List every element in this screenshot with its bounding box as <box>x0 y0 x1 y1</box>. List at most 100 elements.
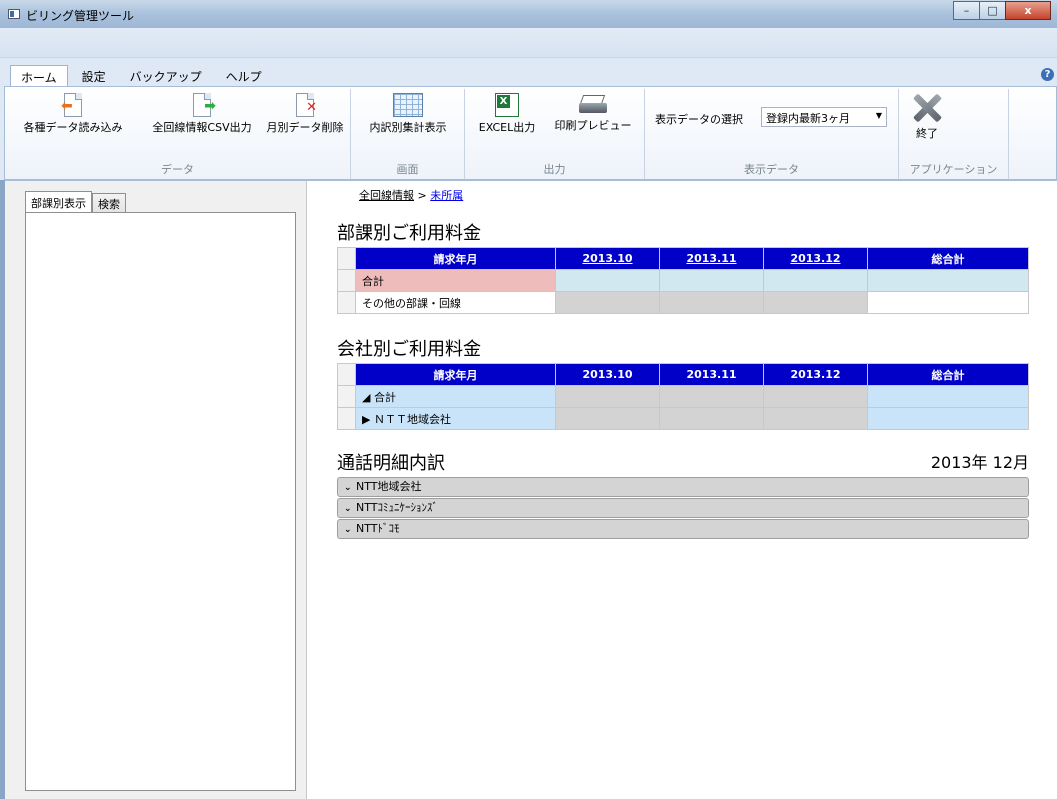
minimize-button[interactable]: – <box>953 1 980 20</box>
chevron-down-icon: ⌄ <box>344 504 352 514</box>
expander-ntt-docomo[interactable]: ⌄ NTTﾄﾞｺﾓ <box>337 519 1029 539</box>
header-2013-10[interactable]: 2013.10 <box>555 247 660 270</box>
company-section-title: 会社別ご利用料金 <box>337 339 481 360</box>
help-icon[interactable]: ? <box>1041 68 1054 81</box>
printer-icon <box>577 93 609 115</box>
cell <box>659 407 764 430</box>
exit-button[interactable]: 終了 <box>907 93 947 141</box>
cell <box>867 269 1029 292</box>
row-header-cell <box>337 363 356 386</box>
csv-export-button[interactable]: ➡ 全回線情報CSV出力 <box>143 93 261 135</box>
row-label-other: その他の部課・回線 <box>355 291 556 314</box>
chevron-down-icon: ⌄ <box>344 525 352 535</box>
group-output: EXCEL出力 印刷プレビュー 出力 <box>465 89 645 179</box>
header-2013-11[interactable]: 2013.11 <box>659 247 764 270</box>
breadcrumb-separator: > <box>417 189 427 202</box>
table-row[interactable]: その他の部課・回線 <box>337 291 1029 314</box>
dept-section-title: 部課別ご利用料金 <box>337 223 481 244</box>
table-row[interactable]: ◢ 合計 <box>337 385 1029 408</box>
tab-dept-view[interactable]: 部課別表示 <box>25 191 92 214</box>
group-data-label: データ <box>161 163 194 176</box>
breadcrumb-root[interactable]: 全回線情報 <box>359 189 414 202</box>
cell <box>555 291 660 314</box>
close-button[interactable]: x <box>1005 1 1051 20</box>
breadcrumb-current[interactable]: 未所属 <box>430 189 463 202</box>
left-pane: 部課別表示 検索 <box>5 181 307 799</box>
cell <box>555 385 660 408</box>
quick-access-strip <box>0 28 1057 58</box>
maximize-button[interactable]: □ <box>979 1 1006 20</box>
cell <box>659 291 764 314</box>
left-tabs: 部課別表示 検索 <box>25 191 126 214</box>
import-data-button[interactable]: ⬅ 各種データ読み込み <box>7 93 139 135</box>
dept-table: 請求年月 2013.10 2013.11 2013.12 総合計 合計 その他の… <box>337 247 1029 314</box>
group-app-label: アプリケーション <box>909 163 998 176</box>
exit-icon <box>912 93 942 123</box>
delete-icon: ✕ <box>296 93 317 117</box>
cell <box>555 269 660 292</box>
header-2013-10: 2013.10 <box>555 363 660 386</box>
window-title: ビリング管理ツール <box>26 9 135 23</box>
delete-month-label: 月別データ削除 <box>266 121 344 134</box>
exit-label: 終了 <box>916 127 938 140</box>
detail-month-label: 2013年 12月 <box>930 453 1029 472</box>
print-preview-label: 印刷プレビュー <box>554 119 632 132</box>
cell <box>659 385 764 408</box>
table-header-row: 請求年月 2013.10 2013.11 2013.12 総合計 <box>337 247 1029 270</box>
ribbon-area: ホーム 設定 バックアップ ヘルプ ? ⬅ 各種データ読み込み ➡ 全回線情報C… <box>0 28 1057 180</box>
excel-export-button[interactable]: EXCEL出力 <box>471 93 543 135</box>
header-billing-month: 請求年月 <box>355 363 556 386</box>
header-grand-total: 総合計 <box>867 247 1029 270</box>
csv-export-label: 全回線情報CSV出力 <box>152 121 252 134</box>
main-area: 部課別表示 検索 全回線情報 > 未所属 部課別ご利用料金 請求年月 2013.… <box>5 180 1057 799</box>
ribbon-panel: ⬅ 各種データ読み込み ➡ 全回線情報CSV出力 ✕ 月別データ削除 データ 内… <box>4 86 1057 180</box>
header-grand-total: 総合計 <box>867 363 1029 386</box>
cell <box>867 291 1029 314</box>
display-select-value: 登録内最新3ヶ月 <box>766 112 850 125</box>
excel-export-label: EXCEL出力 <box>478 121 536 134</box>
row-label-ntt-regional[interactable]: ▶ ＮＴＴ地域会社 <box>355 407 556 430</box>
table-row[interactable]: 合計 <box>337 269 1029 292</box>
content-pane: 全回線情報 > 未所属 部課別ご利用料金 請求年月 2013.10 2013.1… <box>307 181 1057 799</box>
group-display: 表示データの選択 登録内最新3ヶ月 ▼ 表示データ <box>645 89 899 179</box>
dept-tree-panel[interactable] <box>25 212 296 791</box>
cell <box>555 407 660 430</box>
row-header-cell <box>337 291 356 314</box>
cell <box>867 407 1029 430</box>
header-2013-12[interactable]: 2013.12 <box>763 247 868 270</box>
breakdown-view-button[interactable]: 内訳別集計表示 <box>357 93 459 135</box>
company-table: 請求年月 2013.10 2013.11 2013.12 総合計 ◢ 合計 ▶ … <box>337 363 1029 430</box>
chevron-down-icon: ▼ <box>875 111 882 120</box>
expander-ntt-regional[interactable]: ⌄ NTT地域会社 <box>337 477 1029 497</box>
row-header-cell <box>337 269 356 292</box>
row-header-cell <box>337 385 356 408</box>
cell <box>867 385 1029 408</box>
row-label-total: 合計 <box>355 269 556 292</box>
header-2013-11: 2013.11 <box>659 363 764 386</box>
display-data-select[interactable]: 登録内最新3ヶ月 ▼ <box>761 107 887 127</box>
row-header-cell <box>337 407 356 430</box>
chevron-down-icon: ⌄ <box>344 483 352 493</box>
import-icon: ⬅ <box>61 93 82 117</box>
cell <box>763 269 868 292</box>
breadcrumb: 全回線情報 > 未所属 <box>359 187 463 203</box>
expander-label: NTT地域会社 <box>356 480 422 493</box>
cell <box>763 407 868 430</box>
expander-label: NTTﾄﾞｺﾓ <box>356 522 400 535</box>
expander-ntt-communications[interactable]: ⌄ NTTｺﾐｭﾆｹｰｼｮﾝｽﾞ <box>337 498 1029 518</box>
delete-month-button[interactable]: ✕ 月別データ削除 <box>263 93 347 135</box>
row-label-total[interactable]: ◢ 合計 <box>355 385 556 408</box>
detail-section-title: 通話明細内訳 <box>337 453 445 474</box>
expander-label: NTTｺﾐｭﾆｹｰｼｮﾝｽﾞ <box>356 501 438 514</box>
excel-icon <box>495 93 519 117</box>
group-data: ⬅ 各種データ読み込み ➡ 全回線情報CSV出力 ✕ 月別データ削除 データ <box>5 89 351 179</box>
cell <box>763 291 868 314</box>
table-row[interactable]: ▶ ＮＴＴ地域会社 <box>337 407 1029 430</box>
title-bar: ビリング管理ツール – □ x <box>0 0 1057 28</box>
export-icon: ➡ <box>193 93 216 117</box>
print-preview-button[interactable]: 印刷プレビュー <box>545 93 641 133</box>
tab-search[interactable]: 検索 <box>92 193 126 214</box>
breakdown-view-label: 内訳別集計表示 <box>369 121 447 134</box>
group-app: 終了 アプリケーション <box>899 89 1009 179</box>
row-header-cell <box>337 247 356 270</box>
